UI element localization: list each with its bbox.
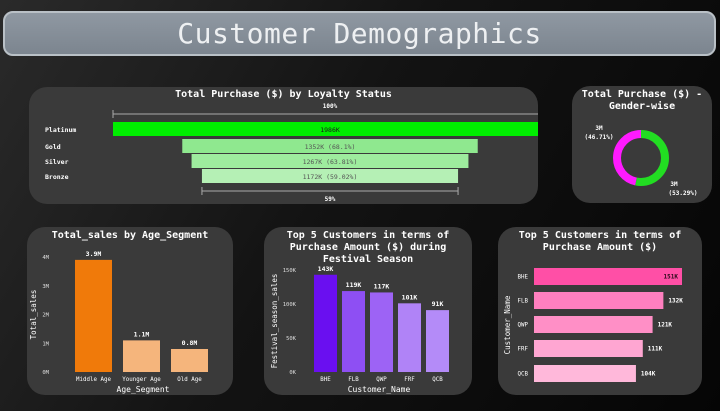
x-tick-label: QWP (376, 377, 387, 383)
funnel-category-label: Gold (45, 143, 61, 151)
y-tick-label: 150K (283, 268, 297, 274)
x-tick-label: BHE (320, 377, 331, 383)
donut-slice-label: 3M (53.29%) (669, 181, 698, 197)
x-tick-label: FLB (348, 377, 359, 383)
hbar-qcb (534, 365, 636, 382)
hbar-qwp (534, 316, 653, 333)
bar-data-label: 1.1M (134, 330, 150, 338)
bar-data-label: 3.9M (86, 250, 102, 258)
loyalty-funnel-card: Total Purchase ($) by Loyalty Status 100… (29, 87, 538, 204)
y-tick-label: FLB (518, 299, 529, 305)
bar-data-label: 111K (648, 346, 663, 353)
festival-customers-card: Top 5 Customers in terms of Purchase Amo… (264, 227, 472, 395)
bar-data-label: 151K (664, 274, 679, 281)
y-tick-label: 4M (42, 255, 49, 261)
dashboard-title-bar: Customer Demographics (3, 11, 716, 56)
bar-data-label: 143K (318, 265, 334, 273)
page-title: Customer Demographics (177, 17, 542, 50)
y-axis-label: Festival_season_sales (270, 274, 279, 369)
gender-donut-card: Total Purchase ($) - Gender-wise 3M (46.7… (572, 86, 712, 203)
funnel-category-label: Platinum (45, 126, 76, 134)
y-tick-label: 100K (283, 302, 297, 308)
funnel-data-label: 1267K (63.81%) (303, 158, 358, 166)
funnel-category-label: Silver (45, 158, 69, 166)
funnel-data-label: 1172K (59.02%) (303, 173, 358, 181)
age-segment-card: Total_sales by Age_Segment 0M 1M 2M 3M 4M Tot… (27, 227, 233, 395)
age-segment-bar-chart: 0M 1M 2M 3M 4M Total_sales Age_Segment 3.9M Midd… (29, 250, 208, 394)
bar-data-label: 91K (432, 300, 444, 308)
x-tick-label: Middle Age (76, 377, 111, 383)
funnel-data-label: 1352K (68.1%) (305, 143, 356, 151)
hbar-bhe (534, 268, 682, 285)
gender-donut-chart: 3M (46.71%) 3M (53.29%) (585, 125, 698, 197)
y-axis-label: Total_sales (29, 290, 38, 340)
bar-qwp (370, 292, 393, 372)
funnel-bottom-label: 59% (325, 196, 336, 203)
funnel-top-label: 100% (323, 103, 338, 110)
x-tick-label: Old Age (177, 377, 202, 383)
y-tick-label: QWP (518, 323, 529, 329)
y-tick-label: 2M (42, 313, 49, 319)
bar-data-label: 119K (346, 281, 362, 289)
y-tick-label: FRF (518, 347, 529, 353)
y-tick-label: 50K (286, 336, 297, 342)
donut-slice-label: 3M (46.71%) (585, 125, 614, 141)
y-tick-label: BHE (518, 275, 529, 281)
funnel-category-label: Bronze (45, 173, 69, 181)
bar-data-label: 117K (374, 282, 390, 290)
bar-frf (398, 303, 421, 372)
loyalty-funnel-chart: 100% Platinum 1986K Gold 1352K (68.1%) Silver… (45, 103, 538, 203)
bar-younger-age (123, 340, 160, 372)
bar-qcb (426, 310, 449, 372)
hbar-frf (534, 340, 643, 357)
bar-data-label: 132K (668, 298, 683, 305)
top-customers-card: Top 5 Customers in terms of Purchase Amo… (498, 227, 702, 395)
bar-middle-age (75, 259, 112, 372)
y-tick-label: 0M (42, 370, 49, 376)
bar-data-label: 0.8M (182, 339, 198, 347)
y-tick-label: QCB (518, 372, 529, 378)
x-axis-label: Customer_Name (348, 385, 411, 394)
bar-data-label: 104K (641, 371, 656, 378)
bar-bhe (314, 274, 337, 372)
bar-data-label: 121K (658, 322, 673, 329)
y-axis-label: Customer_Name (503, 295, 512, 354)
x-tick-label: Younger Age (122, 377, 161, 383)
top-customers-bar-chart: Customer_Name BHE 151K FLB 132K QWP 121K FRF 111… (503, 268, 683, 382)
x-tick-label: FRF (404, 377, 415, 383)
x-axis-label: Age_Segment (117, 385, 170, 394)
bar-old-age (171, 349, 208, 372)
y-tick-label: 1M (42, 341, 49, 347)
x-tick-label: QCB (432, 377, 443, 383)
hbar-flb (534, 292, 664, 309)
funnel-data-label: 1986K (320, 126, 340, 134)
y-tick-label: 3M (42, 284, 49, 290)
bar-flb (342, 291, 365, 372)
festival-customers-bar-chart: 0K 50K 100K 150K Festival_season_sales Custom… (270, 265, 449, 394)
y-tick-label: 0K (289, 370, 296, 376)
bar-data-label: 101K (402, 293, 418, 301)
